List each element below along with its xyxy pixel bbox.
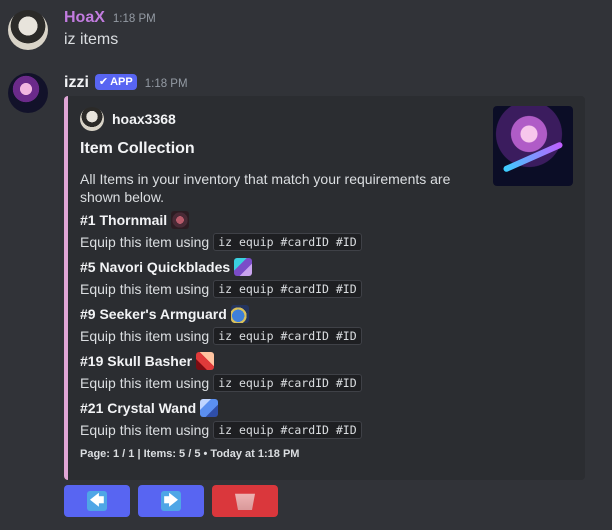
- embed-title: Item Collection: [80, 140, 195, 157]
- bot-avatar[interactable]: [8, 73, 48, 113]
- next-page-button[interactable]: 🡆: [138, 485, 204, 517]
- item-name: #19 Skull Basher: [80, 353, 193, 369]
- embed-thumbnail[interactable]: [493, 106, 573, 186]
- item-name: #5 Navori Quickblades: [80, 259, 231, 275]
- item-instruction: Equip this item using: [80, 234, 210, 250]
- wastebasket-icon: [235, 493, 255, 510]
- equip-command: iz equip #cardID #ID: [213, 327, 362, 345]
- equip-command: iz equip #cardID #ID: [213, 421, 362, 439]
- app-badge: ✔ APP: [94, 73, 137, 90]
- embed-author: hoax3368: [80, 107, 176, 131]
- item-name: #21 Crystal Wand: [80, 400, 197, 416]
- equip-command: iz equip #cardID #ID: [213, 233, 362, 251]
- message-timestamp[interactable]: 1:18 PM: [113, 13, 156, 25]
- left-arrow-icon: 🡄: [87, 491, 107, 511]
- embed-footer: Page: 1 / 1 | Items: 5 / 5 • Today at 1:…: [80, 448, 300, 460]
- skull-basher-icon: [196, 352, 215, 370]
- crystal-wand-icon: [200, 399, 219, 417]
- item-entry: #21 Crystal Wand Equip this item using iz…: [80, 398, 520, 440]
- item-instruction: Equip this item using: [80, 375, 210, 391]
- item-entry: #1 Thornmail Equip this item using iz equ…: [80, 210, 520, 252]
- item-entry: #19 Skull Basher Equip this item using iz…: [80, 351, 520, 393]
- right-arrow-icon: 🡆: [161, 491, 181, 511]
- armguard-icon: [230, 305, 249, 323]
- item-collection-embed: hoax3368 Item Collection All Items in yo…: [64, 96, 585, 480]
- delete-button[interactable]: [212, 485, 278, 517]
- previous-page-button[interactable]: 🡄: [64, 485, 130, 517]
- message-text: iz items: [64, 31, 119, 48]
- item-instruction: Equip this item using: [80, 422, 210, 438]
- item-instruction: Equip this item using: [80, 281, 210, 297]
- item-instruction: Equip this item using: [80, 328, 210, 344]
- embed-description: All Items in your inventory that match y…: [80, 171, 451, 205]
- item-name: #1 Thornmail: [80, 212, 168, 228]
- app-badge-label: APP: [110, 75, 133, 88]
- author-avatar: [80, 107, 104, 131]
- check-icon: ✔: [98, 76, 109, 88]
- user-avatar[interactable]: [8, 10, 48, 50]
- message-timestamp[interactable]: 1:18 PM: [145, 78, 188, 90]
- thornmail-icon: [171, 211, 190, 229]
- item-entry: #9 Seeker's Armguard Equip this item usi…: [80, 304, 520, 346]
- item-name: #9 Seeker's Armguard: [80, 306, 227, 322]
- thumbnail-light-streak: [502, 141, 564, 173]
- bot-username[interactable]: izzi: [64, 74, 89, 92]
- quickblades-icon: [234, 258, 253, 276]
- item-entry: #5 Navori Quickblades Equip this item us…: [80, 257, 520, 299]
- equip-command: iz equip #cardID #ID: [213, 374, 362, 392]
- equip-command: iz equip #cardID #ID: [213, 280, 362, 298]
- author-name: hoax3368: [112, 111, 176, 127]
- username[interactable]: HoaX: [64, 9, 105, 27]
